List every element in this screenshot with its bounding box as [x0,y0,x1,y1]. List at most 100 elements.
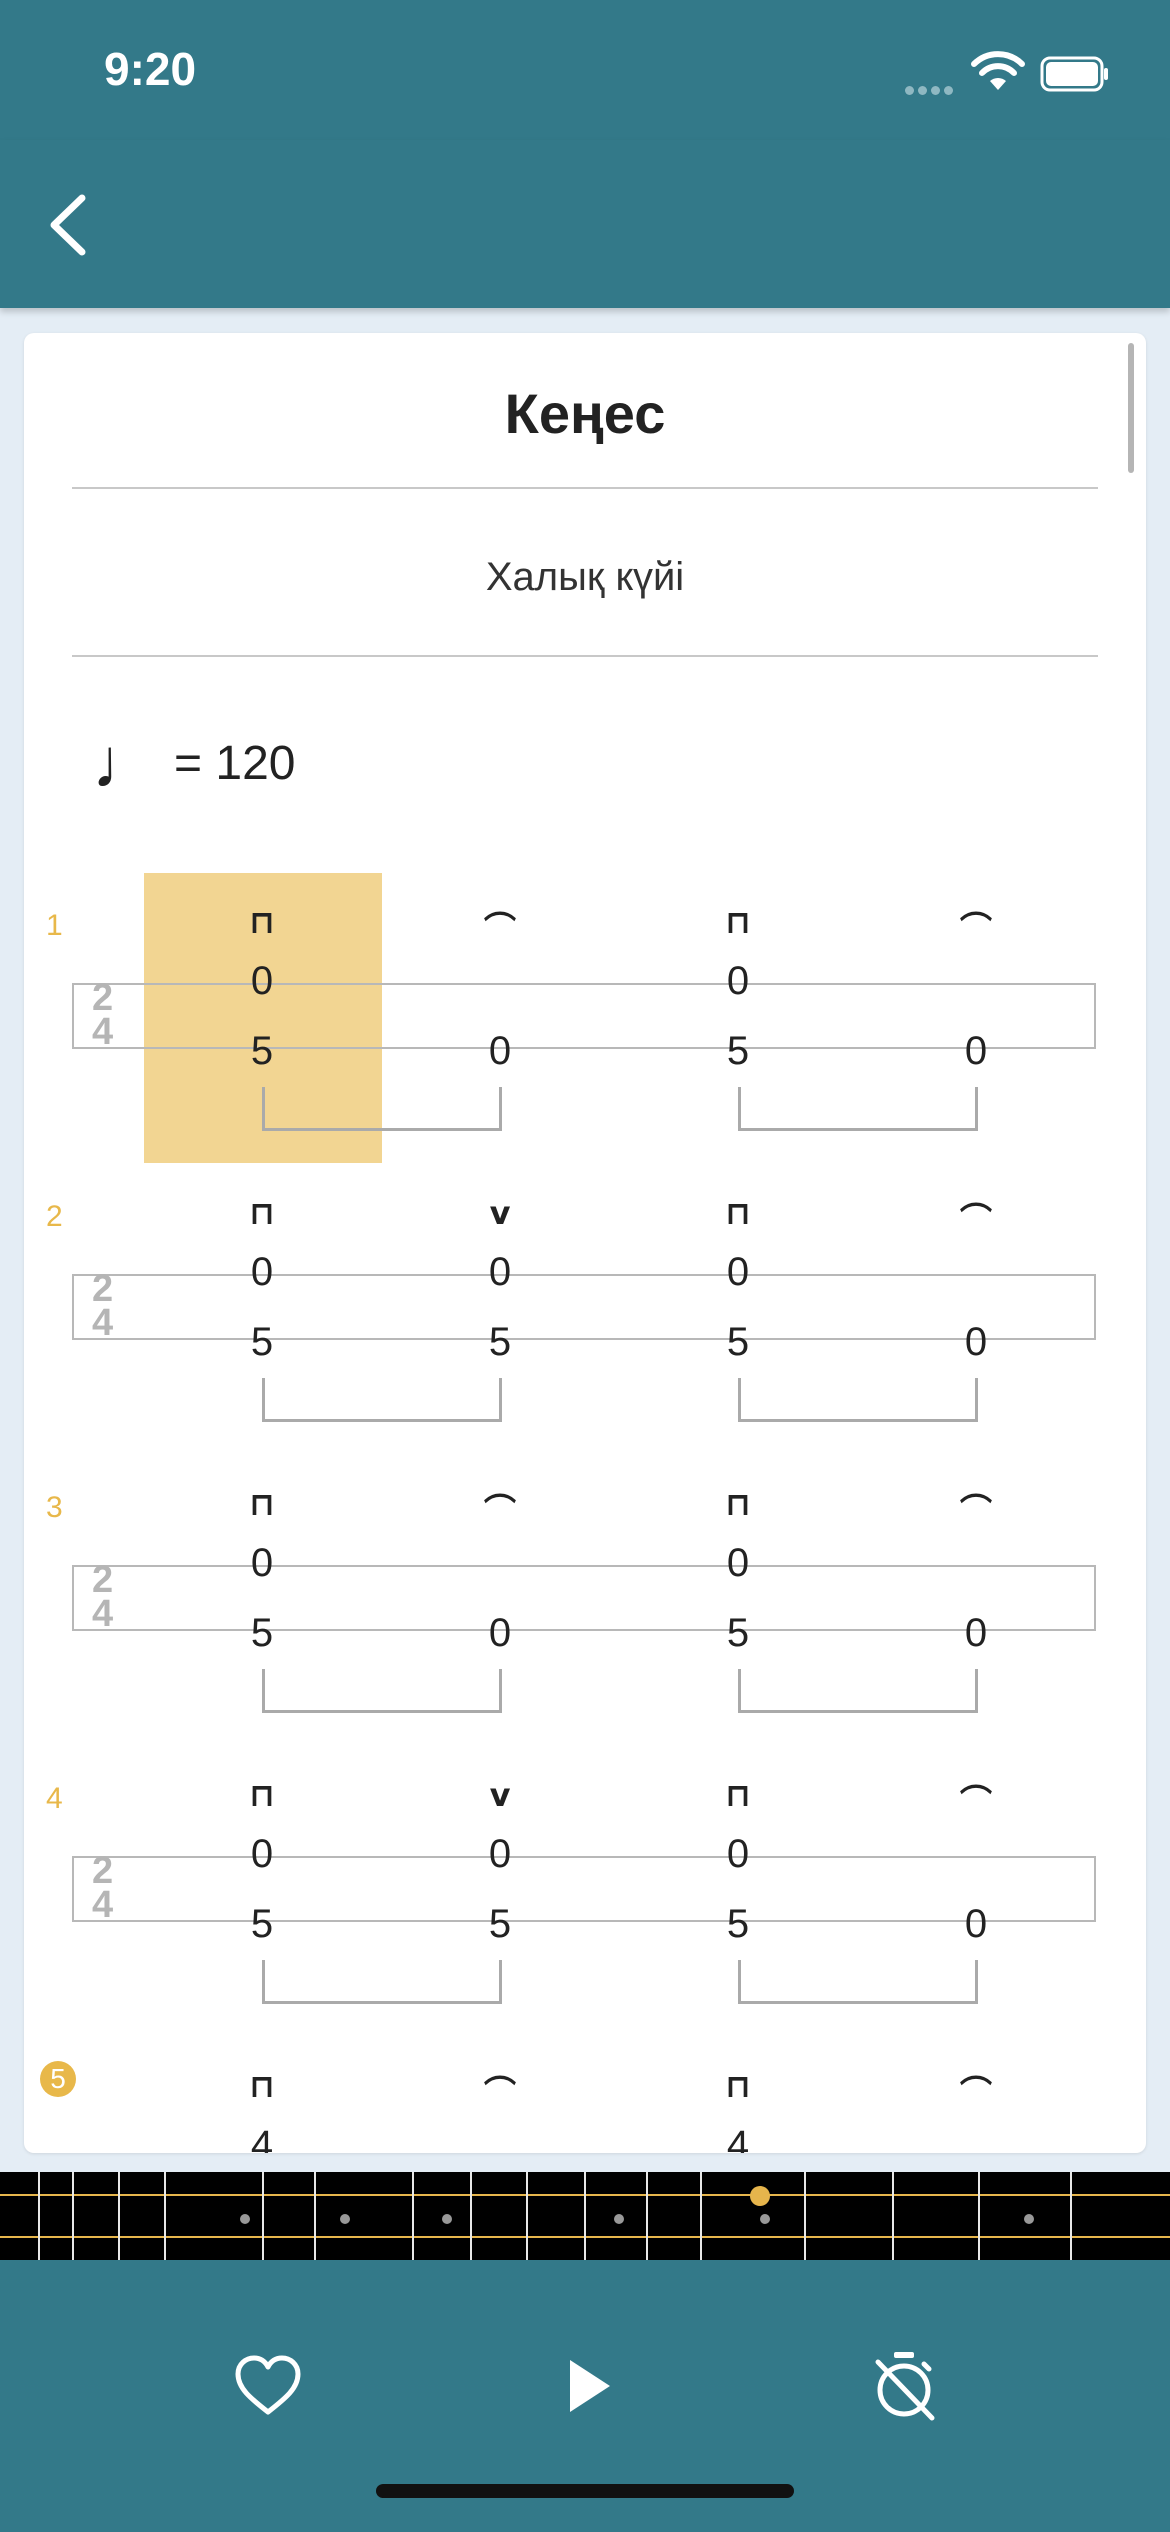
timeline-divider [118,2172,120,2260]
timeline-divider [526,2172,528,2260]
staff-lines [72,983,1096,1049]
time-signature: 24 [92,1850,114,1926]
timer-off-icon[interactable] [866,2348,942,2424]
status-time: 9:20 [104,43,197,95]
upper-string-value: 0 [726,1541,750,1585]
beam-bracket [262,1087,502,1131]
beam-bracket [738,1669,978,1713]
battery-icon [1040,56,1108,92]
score-card[interactable]: Кеңес Халық күйі ♩ = 120 1 2 4 ⊓ 0 5 ⌒ 0 ⊓ 0 5 ⌒ 0 2 2 4… [24,333,1146,2153]
quarter-note-icon: ♩ [92,724,162,802]
timeline-cursor[interactable] [750,2186,770,2206]
bowing-symbol: ⊓ [725,1776,751,1814]
timeline-marker [614,2214,624,2224]
bowing-symbol: v [489,1776,511,1814]
timeline-scrubber[interactable] [0,2172,1170,2260]
timeline-marker [442,2214,452,2224]
upper-string-value: 0 [250,959,274,1003]
measure-number: 4 [46,1782,63,1815]
timeline-divider [470,2172,472,2260]
bowing-symbol: v [489,1194,511,1232]
bowing-symbol: ⊓ [249,903,275,941]
upper-string-value: 0 [726,1250,750,1294]
beam-bracket [262,1669,502,1713]
piece-subtitle: Халық күйі [485,555,685,599]
bowing-symbol: ⌒ [959,1782,992,1820]
lower-string-value: 5 [250,1029,274,1073]
lower-string-value: 5 [726,1902,750,1946]
beam-bracket [262,1378,502,1422]
bowing-symbol: ⊓ [249,1485,275,1523]
lower-string-value: 0 [488,1029,512,1073]
timeline-divider [164,2172,166,2260]
bowing-symbol: ⊓ [725,1194,751,1232]
bowing-symbol: ⌒ [483,909,516,947]
timeline-marker [340,2214,350,2224]
divider [72,655,1098,657]
beam-bracket [738,1960,978,2004]
heart-icon[interactable] [230,2348,306,2424]
timeline-divider [892,2172,894,2260]
timeline-divider [584,2172,586,2260]
lower-string-value: 0 [964,1902,988,1946]
time-signature: 24 [92,1559,114,1635]
bowing-symbol: ⌒ [959,2073,992,2111]
beam-bracket [738,1378,978,1422]
timeline-marker [240,2214,250,2224]
lower-string-value: 5 [488,1320,512,1364]
upper-string-value: 0 [250,1250,274,1294]
play-icon[interactable] [548,2348,624,2424]
bowing-symbol: ⌒ [483,1491,516,1529]
upper-string-value: 0 [488,1250,512,1294]
lower-string-value: 5 [250,1611,274,1655]
beam-bracket [738,1087,978,1131]
timeline-divider [804,2172,806,2260]
upper-string-value: 0 [488,1832,512,1876]
time-signature: 24 [92,977,114,1053]
upper-string-value: 0 [726,959,750,1003]
timeline-divider [72,2172,74,2260]
measure[interactable]: 5 ⊓ 4 ⌒ ⊓ 4 ⌒ [24,2037,1146,2153]
lower-string-value: 5 [250,1320,274,1364]
upper-string-value: 0 [250,1541,274,1585]
upper-string-value: 4 [250,2123,274,2153]
timeline-divider [412,2172,414,2260]
lower-string-value: 5 [250,1902,274,1946]
lower-string-value: 5 [726,1029,750,1073]
timeline-divider [978,2172,980,2260]
bowing-symbol: ⊓ [725,1485,751,1523]
bowing-symbol: ⌒ [959,1200,992,1238]
staff-lines [72,1856,1096,1922]
lower-string-value: 0 [964,1029,988,1073]
bowing-symbol: ⊓ [725,903,751,941]
timeline-divider [38,2172,40,2260]
upper-string-value: 4 [726,2123,750,2153]
tempo-marking: ♩ = 120 [92,723,295,803]
measure[interactable]: 1 2 4 ⊓ 0 5 ⌒ 0 ⊓ 0 5 ⌒ 0 [24,873,1146,1163]
staff-lines [72,1565,1096,1631]
upper-string-value: 0 [726,1832,750,1876]
timeline-marker [760,2214,770,2224]
measure[interactable]: 3 2 4 ⊓ 0 5 ⌒ 0 ⊓ 0 5 ⌒ 0 [24,1455,1146,1725]
timeline-divider [1070,2172,1072,2260]
lower-string-value: 0 [964,1611,988,1655]
status-bar: 9:20 [0,0,1170,140]
cellular-signal-icon [905,80,961,95]
wifi-icon [971,51,1025,90]
piece-title: Кеңес [504,382,666,445]
timeline-divider [646,2172,648,2260]
bowing-symbol: ⊓ [725,2067,751,2105]
measure[interactable]: 2 2 4 ⊓ 0 5 v 0 5 ⊓ 0 5 ⌒ 0 [24,1164,1146,1434]
lower-string-value: 5 [726,1320,750,1364]
timeline-divider [262,2172,264,2260]
tempo-value: = 120 [174,737,296,790]
measure[interactable]: 4 2 4 ⊓ 0 5 v 0 5 ⊓ 0 5 ⌒ 0 [24,1746,1146,2016]
chevron-left-icon[interactable] [40,190,100,260]
time-signature: 24 [92,1268,114,1344]
timeline-divider [700,2172,702,2260]
bowing-symbol: ⊓ [249,1776,275,1814]
home-indicator[interactable] [376,2484,794,2498]
bowing-symbol: ⌒ [959,1491,992,1529]
measure-number: 1 [46,909,63,942]
bowing-symbol: ⊓ [249,1194,275,1232]
